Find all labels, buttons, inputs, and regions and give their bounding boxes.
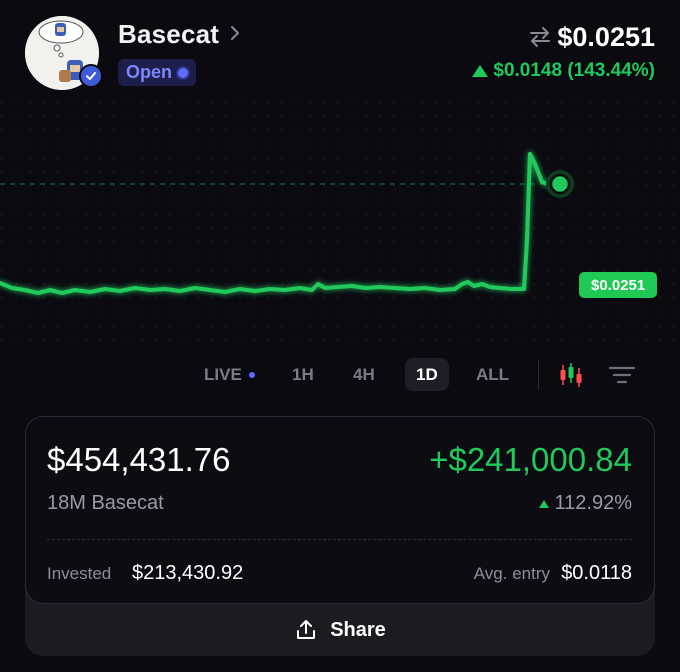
- tab-4h[interactable]: 4H: [342, 358, 386, 391]
- timeframe-selector: LIVE 1H 4H 1D ALL: [0, 358, 680, 392]
- tab-1h[interactable]: 1H: [281, 358, 325, 391]
- tab-label: 1D: [416, 364, 438, 384]
- token-name[interactable]: Basecat: [118, 19, 219, 50]
- tab-all[interactable]: ALL: [465, 358, 520, 391]
- tab-label: 4H: [353, 364, 375, 384]
- live-dot-icon: [248, 371, 255, 378]
- chevron-right-icon[interactable]: [228, 22, 242, 44]
- swap-arrows-icon[interactable]: [528, 26, 552, 48]
- price-chart[interactable]: $0.0251: [0, 100, 680, 350]
- position-quantity: 18M Basecat: [47, 492, 164, 514]
- card-divider: [47, 539, 632, 540]
- status-dot: [178, 67, 189, 78]
- status-badge: Open: [118, 59, 197, 86]
- candlestick-chart-icon[interactable]: [558, 362, 584, 388]
- price-chart-svg: [0, 100, 680, 350]
- share-button[interactable]: Share: [25, 604, 655, 656]
- price-change: $0.0148 (143.44%): [472, 60, 655, 82]
- share-label: Share: [330, 618, 386, 641]
- price-change-value: $0.0148 (143.44%): [493, 60, 655, 81]
- avg-entry-label: Avg. entry: [473, 564, 550, 583]
- position-pnl: +$241,000.84: [429, 441, 632, 478]
- up-triangle-icon: [538, 499, 549, 508]
- tab-live[interactable]: LIVE: [193, 358, 266, 391]
- position-card: $454,431.76 +$241,000.84 18M Basecat 112…: [25, 416, 655, 604]
- timeframe-divider: [538, 360, 539, 390]
- invested-value: $213,430.92: [132, 562, 244, 584]
- token-detail-screen: Basecat Open $0.0251 $0.0148 (143.44%) $…: [0, 0, 680, 672]
- share-upload-icon: [297, 620, 316, 639]
- filter-lines-icon[interactable]: [608, 364, 636, 386]
- position-pnl-percent: 112.92%: [538, 492, 632, 515]
- chart-price-tag: $0.0251: [579, 272, 658, 298]
- chart-grid-dots: [0, 100, 680, 350]
- tab-label: ALL: [476, 364, 510, 384]
- pnl-percent-value: 112.92%: [554, 492, 632, 514]
- current-price: $0.0251: [557, 22, 655, 52]
- invested-label: Invested: [47, 564, 112, 583]
- tab-label: 1H: [292, 364, 314, 384]
- tab-label: LIVE: [204, 364, 242, 384]
- current-point: [549, 173, 571, 195]
- avg-entry-value: $0.0118: [561, 562, 632, 584]
- status-label: Open: [126, 62, 173, 82]
- verified-badge-icon: [79, 64, 103, 88]
- tab-1d[interactable]: 1D: [405, 358, 449, 391]
- position-value: $454,431.76: [47, 441, 231, 478]
- up-triangle-icon: [472, 65, 489, 77]
